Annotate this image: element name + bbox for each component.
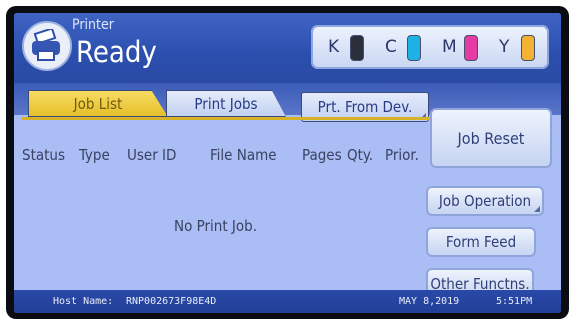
tab-print-jobs[interactable]: Print Jobs bbox=[166, 90, 286, 117]
app-title: Printer bbox=[72, 17, 114, 33]
column-type[interactable]: Type bbox=[79, 146, 110, 164]
tab-job-list[interactable]: Job List bbox=[28, 90, 168, 117]
job-operation-label: Job Operation bbox=[438, 192, 532, 210]
column-qty[interactable]: Qty. bbox=[347, 146, 373, 164]
form-feed-button[interactable]: Form Feed bbox=[426, 227, 536, 257]
column-priority[interactable]: Prior. bbox=[385, 146, 419, 164]
ink-cartridge-icon bbox=[521, 35, 535, 61]
job-list-header: Status Type User ID File Name Pages Qty.… bbox=[22, 146, 432, 168]
date-display: MAY 8,2019 bbox=[399, 296, 460, 307]
job-reset-button[interactable]: Job Reset bbox=[430, 108, 552, 168]
ink-m-letter: M bbox=[442, 37, 457, 57]
ink-y-letter: Y bbox=[499, 37, 510, 57]
column-pages[interactable]: Pages bbox=[302, 146, 342, 164]
printer-screen: Printer Ready K C M Y Job List Print Job… bbox=[14, 13, 561, 313]
ink-c-letter: C bbox=[385, 37, 397, 57]
time-display: 5:51PM bbox=[496, 296, 533, 307]
ink-cartridge-icon bbox=[350, 35, 364, 61]
form-feed-label: Form Feed bbox=[445, 233, 517, 251]
column-file-name[interactable]: File Name bbox=[210, 146, 277, 164]
printer-icon bbox=[22, 21, 72, 71]
tab-print-from-device-label: Prt. From Dev. bbox=[317, 98, 413, 116]
host-name-label: Host Name: bbox=[53, 296, 114, 307]
ink-cartridge-icon bbox=[407, 35, 421, 61]
ink-k-letter: K bbox=[328, 37, 340, 57]
header-bar: Printer Ready K C M Y bbox=[14, 13, 561, 83]
status-footer: Host Name: RNP002673F98E4D MAY 8,2019 5:… bbox=[14, 290, 561, 313]
job-operation-button[interactable]: Job Operation bbox=[426, 186, 544, 216]
column-user-id[interactable]: User ID bbox=[127, 146, 176, 164]
ink-cartridge-icon bbox=[464, 35, 478, 61]
job-reset-label: Job Reset bbox=[457, 128, 525, 148]
host-name-value: RNP002673F98E4D bbox=[126, 296, 217, 307]
more-options-icon bbox=[534, 206, 540, 212]
printer-status: Ready bbox=[76, 35, 157, 69]
ink-levels-panel[interactable]: K C M Y bbox=[311, 25, 549, 69]
column-status[interactable]: Status bbox=[22, 146, 65, 164]
active-tab-underline bbox=[22, 117, 430, 120]
empty-job-list-message: No Print Job. bbox=[174, 217, 258, 235]
